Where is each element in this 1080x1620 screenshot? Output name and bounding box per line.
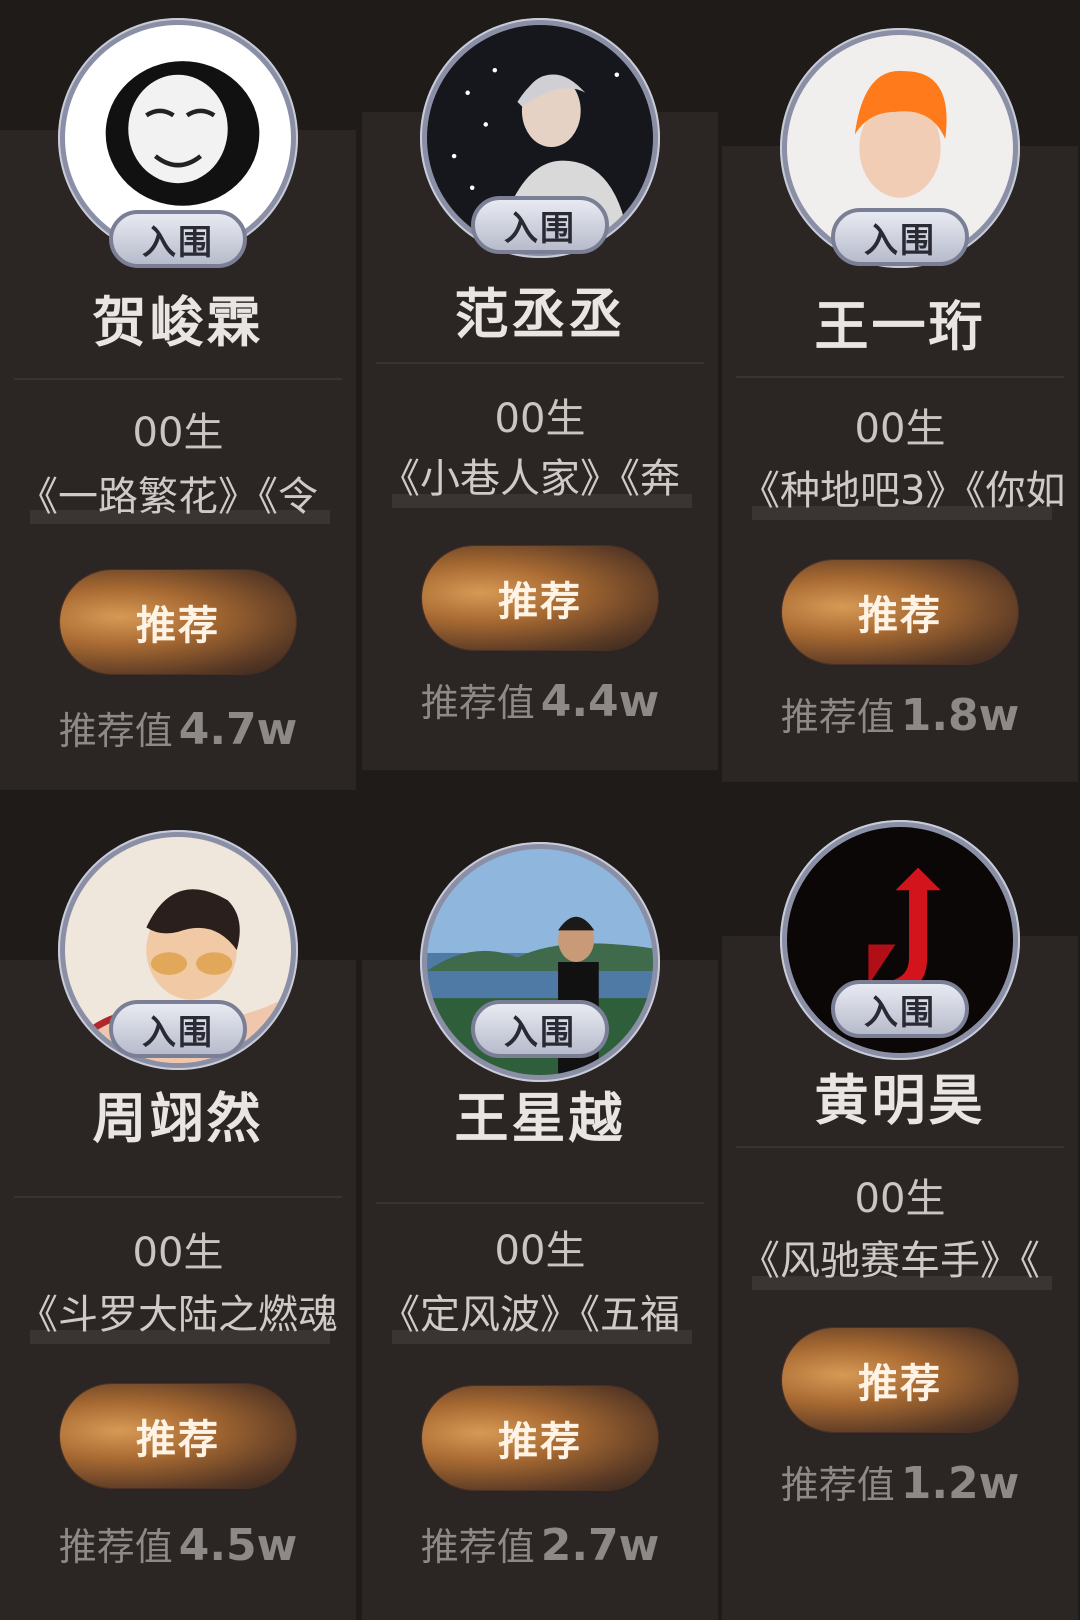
works-list: 《风驰赛车手》《	[740, 1238, 1040, 1280]
nominee-card: 入围 范丞丞 00生 《小巷人家》《奔 推荐 推荐值 4.4w	[362, 0, 718, 770]
recommend-button[interactable]: 推荐	[60, 1384, 296, 1488]
nominee-name: 范丞丞	[454, 283, 626, 346]
recommend-score: 推荐值 4.7w	[0, 700, 356, 755]
shortlisted-badge: 入围	[109, 210, 247, 268]
nominee-name: 黄明昊	[814, 1069, 986, 1132]
recommend-button[interactable]: 推荐	[422, 546, 658, 650]
birth-decade: 00生	[132, 1230, 224, 1276]
nominee-card: 入围 王一珩 00生 《种地吧3》《你如 推荐 推荐值 1.8w	[722, 0, 1078, 782]
works-list: 《定风波》《五福	[380, 1292, 680, 1334]
works-list: 《小巷人家》《奔	[380, 456, 680, 498]
recommend-button[interactable]: 推荐	[422, 1386, 658, 1490]
recommend-button[interactable]: 推荐	[60, 570, 296, 674]
nominee-card: 入围 黄明昊 00生 《风驰赛车手》《 推荐 推荐值 1.2w	[722, 790, 1078, 1620]
divider	[14, 1196, 342, 1198]
divider	[14, 378, 342, 380]
nominee-name: 周翊然	[92, 1087, 264, 1150]
score-value: 1.8w	[900, 690, 1020, 741]
recommend-score: 推荐值 2.7w	[362, 1516, 718, 1571]
nominee-card: 入围 周翊然 00生 《斗罗大陆之燃魂 推荐 推荐值 4.5w	[0, 810, 356, 1620]
shortlisted-badge: 入围	[471, 196, 609, 254]
divider	[736, 376, 1064, 378]
shortlisted-badge: 入围	[831, 208, 969, 266]
score-label: 推荐值	[58, 709, 173, 753]
birth-decade: 00生	[494, 396, 586, 442]
nominee-grid: 入围 贺峻霖 00生 《一路繁花》《令 推荐 推荐值4.7w 入围 范丞丞 0	[0, 0, 1080, 1620]
works-list: 《一路繁花》《令	[18, 474, 318, 516]
score-value: 4.7w	[178, 704, 298, 755]
nominee-name: 王星越	[454, 1087, 626, 1150]
works-list: 《种地吧3》《你如	[740, 468, 1066, 510]
score-value: 4.5w	[178, 1520, 298, 1571]
score-label: 推荐值	[58, 1525, 173, 1569]
birth-decade: 00生	[854, 1176, 946, 1222]
score-value: 4.4w	[540, 676, 660, 727]
score-label: 推荐值	[780, 695, 895, 739]
birth-decade: 00生	[494, 1228, 586, 1274]
divider	[376, 1202, 704, 1204]
recommend-score: 推荐值 4.4w	[362, 672, 718, 727]
birth-decade: 00生	[132, 410, 224, 456]
divider	[736, 1146, 1064, 1148]
divider	[376, 362, 704, 364]
recommend-button[interactable]: 推荐	[782, 560, 1018, 664]
nominee-name: 王一珩	[814, 295, 986, 358]
score-value: 2.7w	[540, 1520, 660, 1571]
nominee-card: 入围 王星越 00生 《定风波》《五福 推荐 推荐值 2.7w	[362, 800, 718, 1620]
score-label: 推荐值	[780, 1463, 895, 1507]
nominee-name: 贺峻霖	[92, 291, 264, 354]
birth-decade: 00生	[854, 406, 946, 452]
score-label: 推荐值	[420, 1525, 535, 1569]
recommend-score: 推荐值 4.5w	[0, 1516, 356, 1571]
recommend-score: 推荐值 1.2w	[722, 1454, 1078, 1509]
nominee-card: 入围 贺峻霖 00生 《一路繁花》《令 推荐 推荐值 4.7w	[0, 0, 356, 790]
score-value: 1.2w	[900, 1458, 1020, 1509]
shortlisted-badge: 入围	[109, 1000, 247, 1058]
recommend-score: 推荐值 1.8w	[722, 686, 1078, 741]
works-list: 《斗罗大陆之燃魂	[18, 1292, 338, 1334]
recommend-button[interactable]: 推荐	[782, 1328, 1018, 1432]
shortlisted-badge: 入围	[831, 980, 969, 1038]
score-label: 推荐值	[420, 681, 535, 725]
shortlisted-badge: 入围	[471, 1000, 609, 1058]
